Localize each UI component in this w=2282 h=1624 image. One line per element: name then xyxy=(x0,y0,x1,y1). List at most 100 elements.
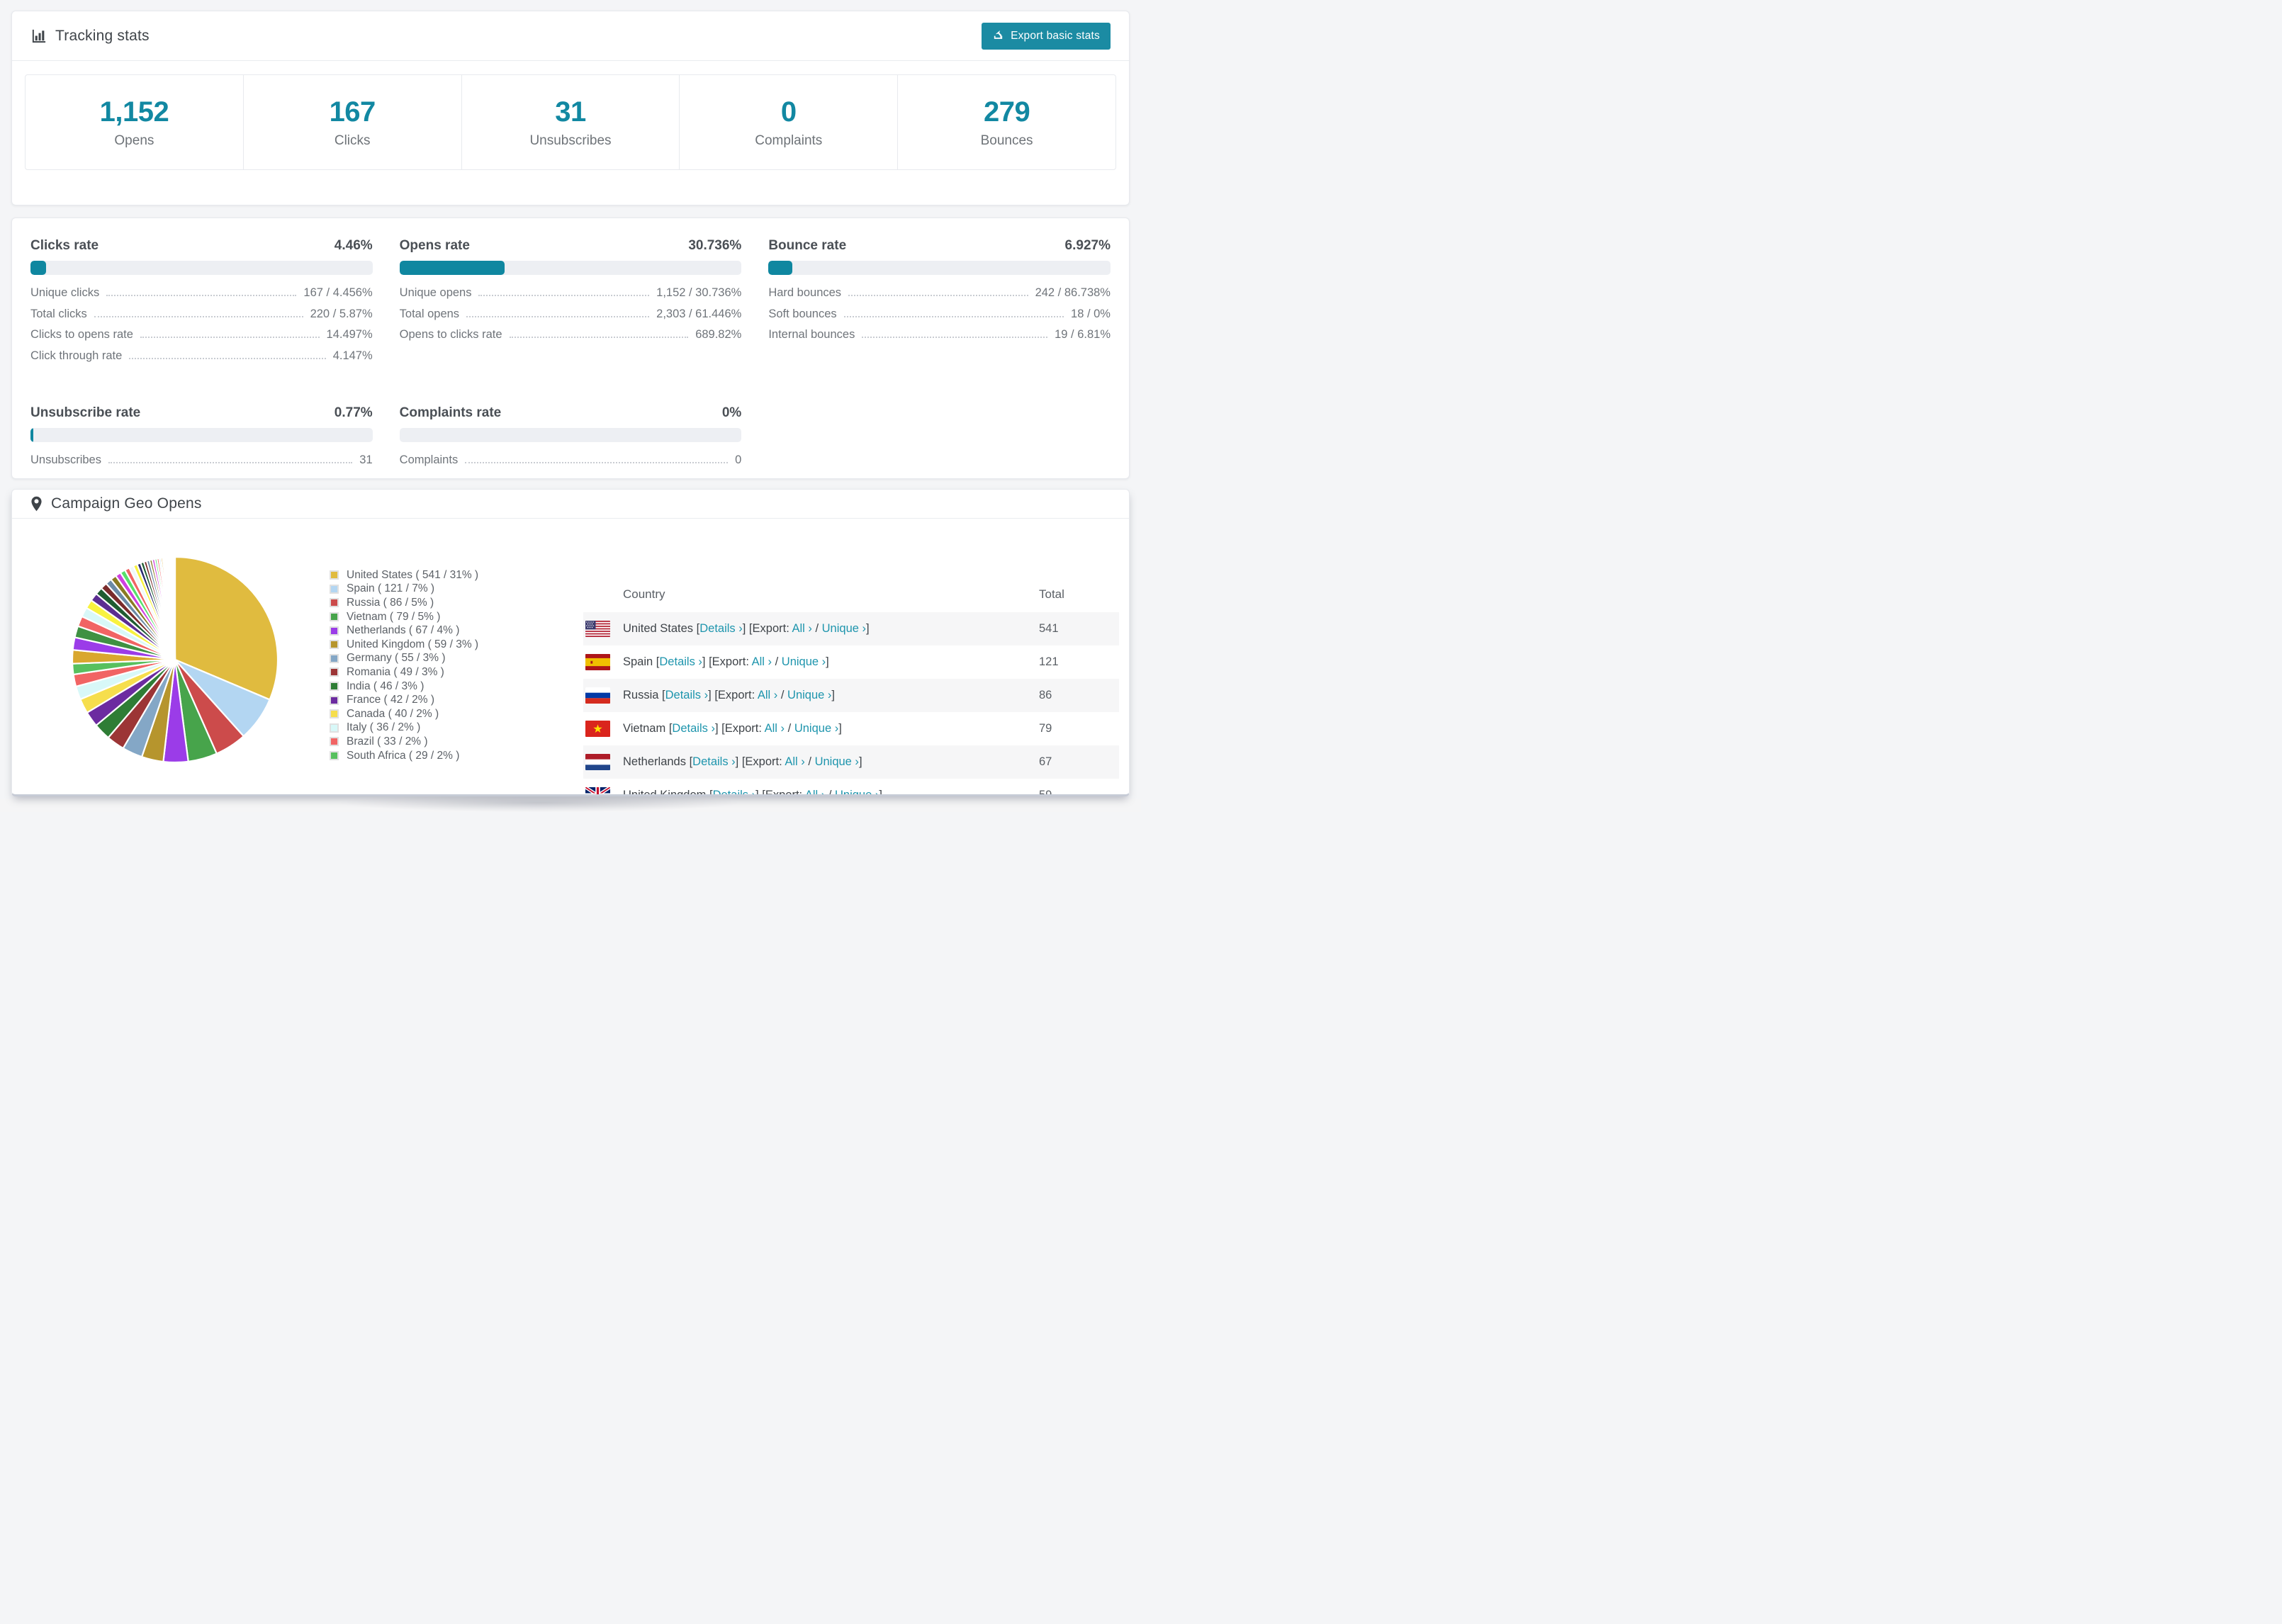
rate-title: Complaints rate xyxy=(399,405,502,420)
geo-table-row: Netherlands [Details ›] [Export: All › /… xyxy=(583,745,1119,779)
legend-item: Canada ( 40 / 2% ) xyxy=(330,707,478,721)
legend-item: Germany ( 55 / 3% ) xyxy=(330,652,478,666)
geo-legend: United States ( 541 / 31% ) Spain ( 121 /… xyxy=(330,568,478,762)
rate-row-label: Click through rate xyxy=(30,349,123,362)
legend-label: Spain ( 121 / 7% ) xyxy=(347,582,435,595)
legend-item: United States ( 541 / 31% ) xyxy=(330,568,478,582)
legend-item: France ( 42 / 2% ) xyxy=(330,693,478,707)
rate-row-value: 4.147% xyxy=(332,349,373,362)
rate-rows: Unique opens 1,152 / 30.736% Total opens 2,… xyxy=(400,286,742,349)
rate-rows: Unsubscribes 31 xyxy=(30,453,373,475)
bracket: ] xyxy=(826,655,829,668)
details-link[interactable]: Details › xyxy=(692,755,736,768)
details-link[interactable]: Details › xyxy=(659,655,702,668)
dotted-leader xyxy=(140,337,320,338)
rate-progress-fill xyxy=(30,428,33,442)
summary-stat-value: 279 xyxy=(983,96,1030,128)
legend-label: Romania ( 49 / 3% ) xyxy=(347,665,444,678)
legend-label: Canada ( 40 / 2% ) xyxy=(347,707,439,720)
flag-us-icon xyxy=(585,621,610,637)
rate-progress-fill xyxy=(399,261,505,275)
bracket: ] xyxy=(714,722,722,735)
rate-row-value: 14.497% xyxy=(326,328,373,341)
legend-swatch xyxy=(330,682,339,692)
rate-title: Opens rate xyxy=(399,238,470,253)
export-all-link[interactable]: All › xyxy=(792,622,811,635)
rate-block-clicks-rate: Clicks rate 4.46% Unique clicks 167 / 4.456… xyxy=(30,238,373,370)
rate-row-value: 2,303 / 61.446% xyxy=(656,307,742,320)
rate-row-value: 31 xyxy=(359,453,373,466)
dotted-leader xyxy=(478,295,650,296)
dotted-leader xyxy=(94,315,303,317)
tracking-stats-page: Tracking stats Export basic stats 1,152 O… xyxy=(0,0,1141,812)
export-unique-link[interactable]: Unique › xyxy=(794,722,838,735)
details-link[interactable]: Details › xyxy=(699,622,743,635)
bracket: ] xyxy=(702,655,709,668)
rate-row: Soft bounces 18 / 0% xyxy=(768,308,1111,329)
export-unique-link[interactable]: Unique › xyxy=(787,689,831,701)
rate-head: Clicks rate 4.46% xyxy=(30,238,373,254)
details-link[interactable]: Details › xyxy=(672,722,715,735)
geo-table-total-cell: 59 xyxy=(1039,789,1052,796)
rate-progress-fill xyxy=(768,261,792,275)
legend-item: Russia ( 86 / 5% ) xyxy=(330,596,478,610)
dotted-leader xyxy=(509,337,689,338)
rate-value: 0.77% xyxy=(334,405,373,420)
geo-table-country-cell: United States [Details ›] [Export: All ›… xyxy=(623,622,870,636)
export-all-link[interactable]: All › xyxy=(752,655,772,668)
rate-row-value: 19 / 6.81% xyxy=(1055,328,1111,341)
rate-head: Complaints rate 0% xyxy=(400,405,742,421)
flag-nl-icon xyxy=(585,754,610,770)
legend-label: Russia ( 86 / 5% ) xyxy=(347,596,434,609)
legend-label: Vietnam ( 79 / 5% ) xyxy=(347,610,441,623)
export-basic-stats-button[interactable]: Export basic stats xyxy=(982,22,1111,50)
rate-row-value: 220 / 5.87% xyxy=(310,307,373,320)
export-unique-link[interactable]: Unique › xyxy=(835,789,879,794)
rate-row-label: Opens to clicks rate xyxy=(399,328,502,341)
bracket: ] xyxy=(742,622,749,635)
summary-stat-opens: 1,152 Opens xyxy=(26,75,243,169)
rates-card: Clicks rate 4.46% Unique clicks 167 / 4.456… xyxy=(11,218,1130,479)
export-label: [Export: xyxy=(741,755,785,768)
export-all-link[interactable]: All › xyxy=(765,722,785,735)
geo-table-country-cell: United Kingdom [Details ›] [Export: All … xyxy=(623,789,882,794)
dotted-leader xyxy=(843,315,1064,317)
geo-table: Country Total United States [Details ›] … xyxy=(583,577,1119,796)
rate-progress-track xyxy=(30,261,373,275)
rate-row: Total clicks 220 / 5.87% xyxy=(30,308,373,329)
legend-label: Brazil ( 33 / 2% ) xyxy=(347,735,428,748)
dotted-leader xyxy=(862,337,1048,338)
rate-row-label: Internal bounces xyxy=(768,328,855,341)
flag-ru-icon xyxy=(585,687,610,704)
legend-item: Spain ( 121 / 7% ) xyxy=(330,582,478,597)
export-unique-link[interactable]: Unique › xyxy=(815,755,859,768)
export-all-link[interactable]: All › xyxy=(805,789,825,794)
geo-table-country-cell: Netherlands [Details ›] [Export: All › /… xyxy=(623,755,862,769)
details-link[interactable]: Details › xyxy=(713,789,756,794)
rate-block-bounce-rate: Bounce rate 6.927% Hard bounces 242 / 86.73… xyxy=(768,238,1111,370)
rate-row: Unique clicks 167 / 4.456% xyxy=(30,286,373,308)
export-label: [Export: xyxy=(721,722,765,735)
flag-es-icon xyxy=(585,654,610,670)
export-unique-link[interactable]: Unique › xyxy=(822,622,866,635)
export-all-link[interactable]: All › xyxy=(785,755,804,768)
dotted-leader xyxy=(848,295,1028,296)
details-link[interactable]: Details › xyxy=(665,689,709,701)
geo-title: Campaign Geo Opens xyxy=(30,495,202,512)
geo-table-row: Spain [Details ›] [Export: All › / Uniqu… xyxy=(583,645,1119,679)
rate-rows: Unique clicks 167 / 4.456% Total clicks 220… xyxy=(30,286,373,370)
rate-row-value: 0 xyxy=(735,453,742,466)
rates-grid: Clicks rate 4.46% Unique clicks 167 / 4.456… xyxy=(30,238,1111,475)
legend-label: United States ( 541 / 31% ) xyxy=(347,568,479,581)
legend-swatch xyxy=(330,640,339,650)
geo-table-header-row: Country Total xyxy=(583,577,1119,612)
bracket: ] xyxy=(831,689,835,701)
tracking-stats-card: Tracking stats Export basic stats 1,152 O… xyxy=(11,11,1130,205)
legend-swatch xyxy=(330,695,339,705)
map-marker-icon xyxy=(30,496,43,512)
rate-progress-track xyxy=(30,428,373,442)
rate-row: Clicks to opens rate 14.497% xyxy=(30,328,373,349)
export-unique-link[interactable]: Unique › xyxy=(782,655,826,668)
export-all-link[interactable]: All › xyxy=(758,689,777,701)
geo-table-total-cell: 67 xyxy=(1039,755,1052,768)
